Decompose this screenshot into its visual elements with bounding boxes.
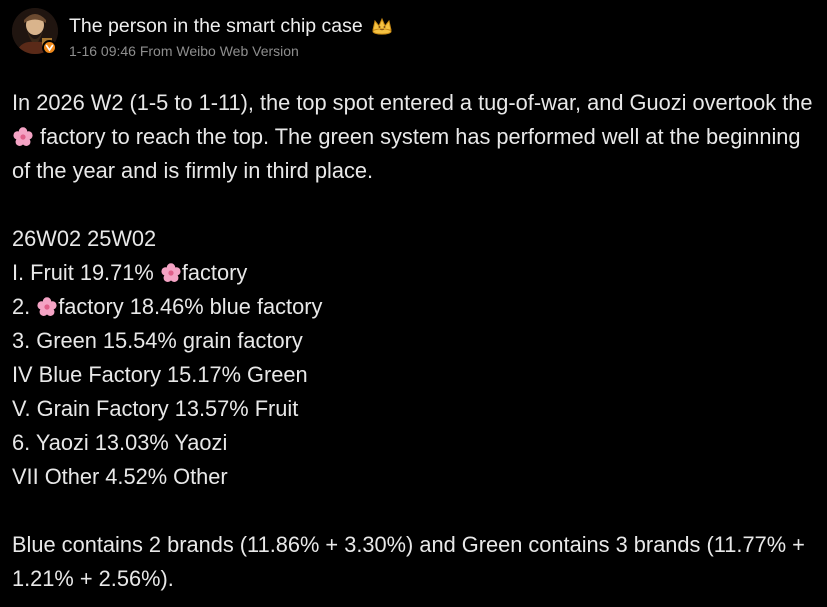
verified-badge-icon: [42, 40, 57, 55]
ranking-row-6: 6. Yaozi 13.03% Yaozi: [12, 430, 228, 455]
post-header: The person in the smart chip case 1-16 0…: [12, 8, 393, 60]
footer-paragraph: Blue contains 2 brands (11.86% + 3.30%) …: [12, 532, 805, 591]
ranking-row-5: V. Grain Factory 13.57% Fruit: [12, 396, 299, 421]
post-meta: The person in the smart chip case 1-16 0…: [69, 8, 393, 59]
post-content: In 2026 W2 (1-5 to 1-11), the top spot e…: [12, 86, 824, 596]
crown-icon: [371, 16, 393, 36]
flower-icon: [36, 296, 58, 318]
ranking-row-3: 3. Green 15.54% grain factory: [12, 328, 303, 353]
intro-text-1: In 2026 W2 (1-5 to 1-11), the top spot e…: [12, 90, 813, 115]
ranking-row-1-text: I. Fruit 19.71%: [12, 260, 160, 285]
ranking-row-7: VII Other 4.52% Other: [12, 464, 228, 489]
post-timestamp[interactable]: 1-16 09:46: [69, 43, 136, 59]
ranking-header: 26W02 25W02: [12, 226, 157, 251]
intro-paragraph: In 2026 W2 (1-5 to 1-11), the top spot e…: [12, 86, 824, 188]
ranking-row-4: IV Blue Factory 15.17% Green: [12, 362, 308, 387]
avatar-wrap[interactable]: [12, 8, 60, 56]
ranking-row-2-prefix: 2.: [12, 294, 37, 319]
flower-icon: [160, 262, 182, 284]
ranking-row-1: I. Fruit 19.71% factory: [12, 256, 824, 290]
flower-icon: [12, 126, 34, 148]
ranking-row-2: 2. factory 18.46% blue factory: [12, 290, 824, 324]
ranking-row-2-text: factory 18.46% blue factory: [58, 294, 323, 319]
post-source[interactable]: From Weibo Web Version: [140, 43, 299, 59]
intro-text-2: factory to reach the top. The green syst…: [12, 124, 801, 183]
ranking-row-1-suffix: factory: [181, 260, 248, 285]
post-sub-meta: 1-16 09:46 From Weibo Web Version: [69, 43, 393, 59]
username[interactable]: The person in the smart chip case: [69, 14, 363, 38]
user-row: The person in the smart chip case: [69, 14, 393, 38]
